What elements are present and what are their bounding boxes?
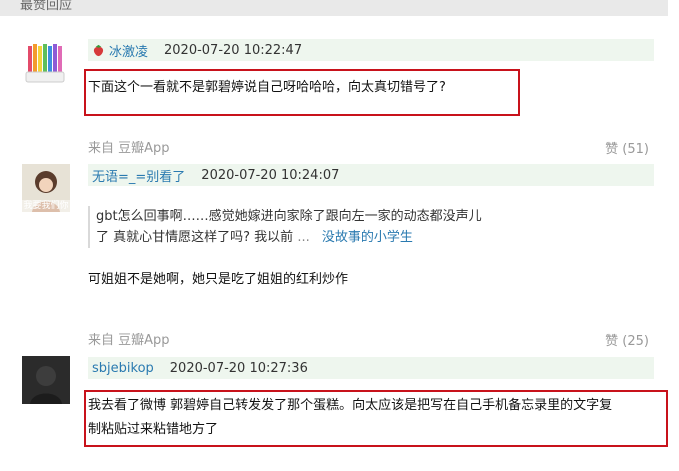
comment-timestamp: 2020-07-20 10:22:47 [164,42,303,58]
comment-source: 来自 豆瓣App [88,333,170,348]
like-button[interactable]: 赞 (25) [605,330,649,349]
comment-text: 我去看了微博 郭碧婷自己转发发了那个蛋糕。向太应该是把写在自己手机备忘录里的文字… [88,394,612,442]
quote-line-text: 了 真就心甘情愿这样了吗? 我以前 [96,230,294,245]
comment-meta-bar: 无语=_=别看了 2020-07-20 10:24:07 [88,164,654,186]
quote-expand[interactable]: ... [297,230,309,245]
comment-username[interactable]: 冰激凌 [109,41,148,60]
comment-meta-bar: 冰激凌 2020-07-20 10:22:47 [88,39,654,61]
avatar[interactable] [22,40,68,86]
comment-text-line: 我去看了微博 郭碧婷自己转发发了那个蛋糕。向太应该是把写在自己手机备忘录里的文字… [88,398,613,413]
like-button[interactable]: 赞 (51) [605,138,649,157]
avatar[interactable] [22,356,70,404]
avatar[interactable]: 我要我们你 [22,164,70,212]
comment-username[interactable]: sbjebikop [92,361,154,376]
quoted-reply: gbt怎么回事啊……感觉她嫁进向家除了跟向左一家的动态都没声儿 了 真就心甘情愿… [88,206,482,248]
section-header: 最赞回应 [0,0,668,16]
avatar-caption: 我要我们你 [23,201,69,211]
section-title: 最赞回应 [20,0,73,13]
comment-text-line: 制粘贴过来粘错地方了 [88,422,219,437]
comment-text: 可姐姐不是她啊，她只是吃了姐姐的红利炒作 [88,272,349,287]
quote-line: 了 真就心甘情愿这样了吗? 我以前 ... 没故事的小学生 [96,227,482,248]
comment-source: 来自 豆瓣App [88,141,170,156]
comment-text: 下面这个一看就不是郭碧婷说自己呀哈哈哈，向太真切错号了? [88,80,446,95]
quote-author-link[interactable]: 没故事的小学生 [322,230,413,245]
comment-timestamp: 2020-07-20 10:24:07 [201,167,340,183]
dark-avatar-image [22,356,70,404]
comment-timestamp: 2020-07-20 10:27:36 [169,360,308,376]
comment-meta-bar: sbjebikop 2020-07-20 10:27:36 [88,357,654,379]
markers-avatar-image [22,40,68,86]
quote-line: gbt怎么回事啊……感觉她嫁进向家除了跟向左一家的动态都没声儿 [96,209,482,224]
comment-username[interactable]: 无语=_=别看了 [92,166,185,185]
strawberry-icon [93,44,104,56]
